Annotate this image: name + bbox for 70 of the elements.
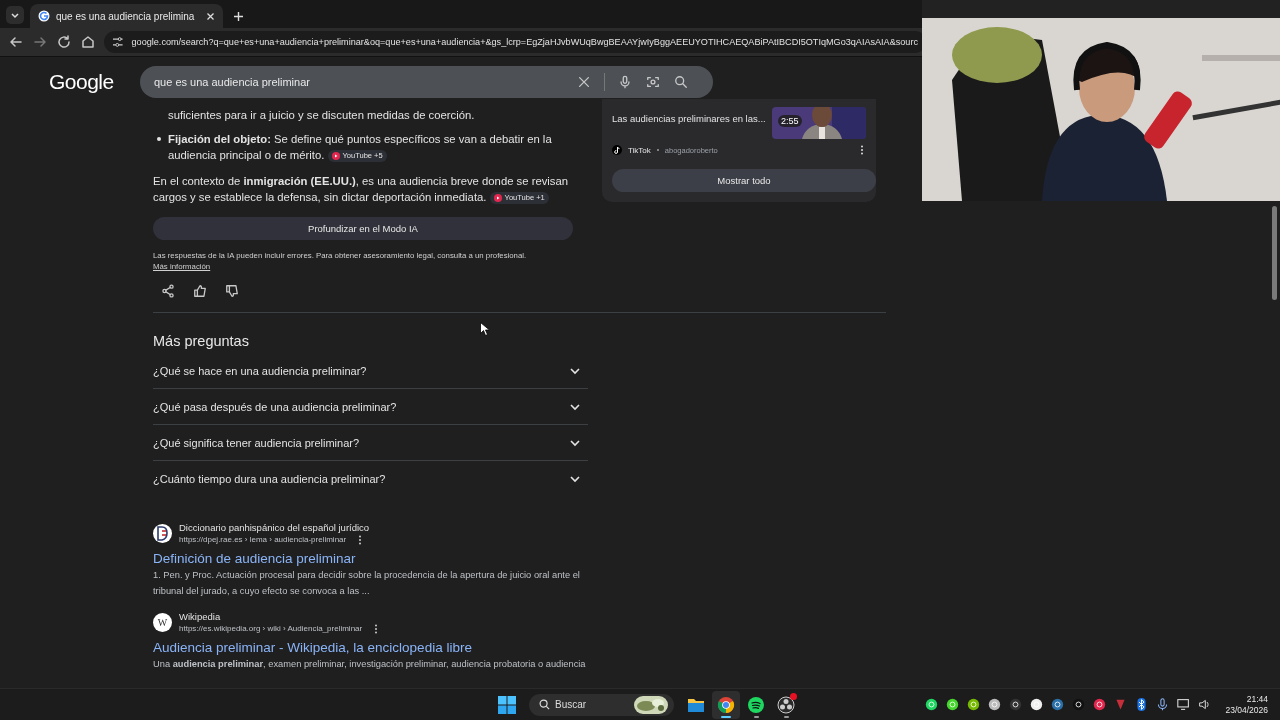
windows-icon[interactable] <box>497 694 517 715</box>
g-logo-icon <box>38 10 50 22</box>
tray-app-icon[interactable] <box>1030 698 1044 711</box>
microphone-icon[interactable] <box>1156 698 1170 711</box>
music-app-icon <box>747 695 765 714</box>
result-snippet: Una audiencia preliminar, examen preliminar, investigación preliminar, audiencia probatoria o audiencia <box>153 658 587 671</box>
question-row[interactable]: ¿Qué se hace en una audiencia preliminar? <box>153 353 588 389</box>
platform-name: TikTok <box>628 145 651 155</box>
section-heading: Más preguntas <box>153 333 250 349</box>
search-field[interactable]: que es una audiencia preliminar <box>140 66 713 98</box>
tray-app-icon[interactable] <box>967 698 981 711</box>
search-icon <box>539 699 550 710</box>
tray-app-icon[interactable] <box>1072 698 1086 711</box>
scrollbar-thumb[interactable] <box>1272 206 1277 300</box>
google-logo[interactable]: Google <box>49 70 140 94</box>
speaker-icon[interactable] <box>1198 698 1212 711</box>
mouse-cursor-icon <box>480 322 489 336</box>
tab-list-button[interactable] <box>6 6 24 24</box>
back-icon[interactable] <box>8 34 24 50</box>
tray-app-icon[interactable] <box>988 698 1002 711</box>
tray-app-icon[interactable] <box>1009 698 1023 711</box>
browser-tab[interactable]: que es una audiencia prelimina <box>30 4 224 28</box>
recorder-icon <box>777 695 795 714</box>
site-name: Diccionario panhispánico del español jurídico <box>179 522 370 534</box>
video-title[interactable]: Las audiencias preliminares en las... <box>612 113 766 124</box>
url-text: google.com/search?q=que+es+una+audiencia+preliminar&oq=que+es+una+audiencia+&gs_lcrp=EgZjaHJvbWUqBwgBEAAYjwIyBggAEEUYOTIHCAEQABiPAtIBCDI5OTIqMGo3qAIAsAIA&sourc <box>131 37 918 47</box>
bluetooth-icon[interactable] <box>1135 698 1149 711</box>
caret-icon <box>10 10 20 20</box>
forward-icon[interactable] <box>32 34 48 50</box>
tray-app-icon[interactable] <box>1051 698 1065 711</box>
result-snippet: 1. Pen. y Proc. Actuación procesal para decidir sobre la procedencia de la apertura de juicio oral ante el tribunal del jurado, a cuyo efecto se convoca a las ... <box>153 569 581 598</box>
result-link[interactable]: Audiencia preliminar - Wikipedia, la enciclopedia libre <box>153 640 472 655</box>
search-icon[interactable] <box>673 74 689 90</box>
close-icon[interactable] <box>206 11 216 21</box>
tray-app-icon[interactable] <box>946 698 960 711</box>
home-icon[interactable] <box>80 34 96 50</box>
monitor-icon[interactable] <box>1177 698 1191 711</box>
result-url: https://es.wikipedia.org › wiki › Audiencia_preliminar <box>179 623 363 634</box>
video-duration: 2:55 <box>778 115 802 127</box>
plus-icon <box>232 10 244 22</box>
bullet-icon <box>157 137 161 141</box>
taskbar-app-button[interactable] <box>712 690 740 719</box>
site-name: Wikipedia <box>179 611 222 623</box>
site-logo: W <box>153 613 172 632</box>
site-info-icon[interactable] <box>112 36 124 48</box>
result-link[interactable]: Definición de audiencia preliminar <box>153 551 356 566</box>
more-icon[interactable] <box>858 145 866 155</box>
show-all-button[interactable]: Mostrar todo <box>612 169 876 192</box>
note-icon <box>612 145 622 155</box>
reload-icon[interactable] <box>56 34 72 50</box>
clock-date[interactable]: 23/04/2026 <box>1225 704 1268 716</box>
result-url: https://dpej.rae.es › lema › audiencia-preliminar <box>179 534 347 545</box>
close-icon[interactable] <box>576 74 592 90</box>
clock-time[interactable]: 21:44 <box>1246 693 1268 705</box>
thumbs-up-icon[interactable] <box>193 284 207 298</box>
question-row[interactable]: ¿Qué significa tener audiencia preliminar? <box>153 425 588 461</box>
play-icon <box>331 152 340 160</box>
site-logo <box>153 524 172 543</box>
tray-app-icon[interactable] <box>925 698 939 711</box>
camera-icon[interactable] <box>645 74 661 90</box>
question-row[interactable]: ¿Qué pasa después de una audiencia preliminar? <box>153 389 588 425</box>
thumbs-down-icon[interactable] <box>225 284 239 298</box>
tray-app-icon[interactable] <box>1093 698 1107 711</box>
share-icon[interactable] <box>161 284 175 298</box>
ai-mode-button[interactable]: Profundizar en el Modo IA <box>153 217 573 240</box>
chrome-icon <box>717 695 735 714</box>
play-icon <box>493 194 502 202</box>
folder-icon <box>687 696 705 713</box>
answer-text: suficientes para ir a juicio y se discuten medidas de coerción. <box>167 108 476 123</box>
question-row[interactable]: ¿Cuánto tiempo dura una audiencia preliminar? <box>153 461 588 496</box>
